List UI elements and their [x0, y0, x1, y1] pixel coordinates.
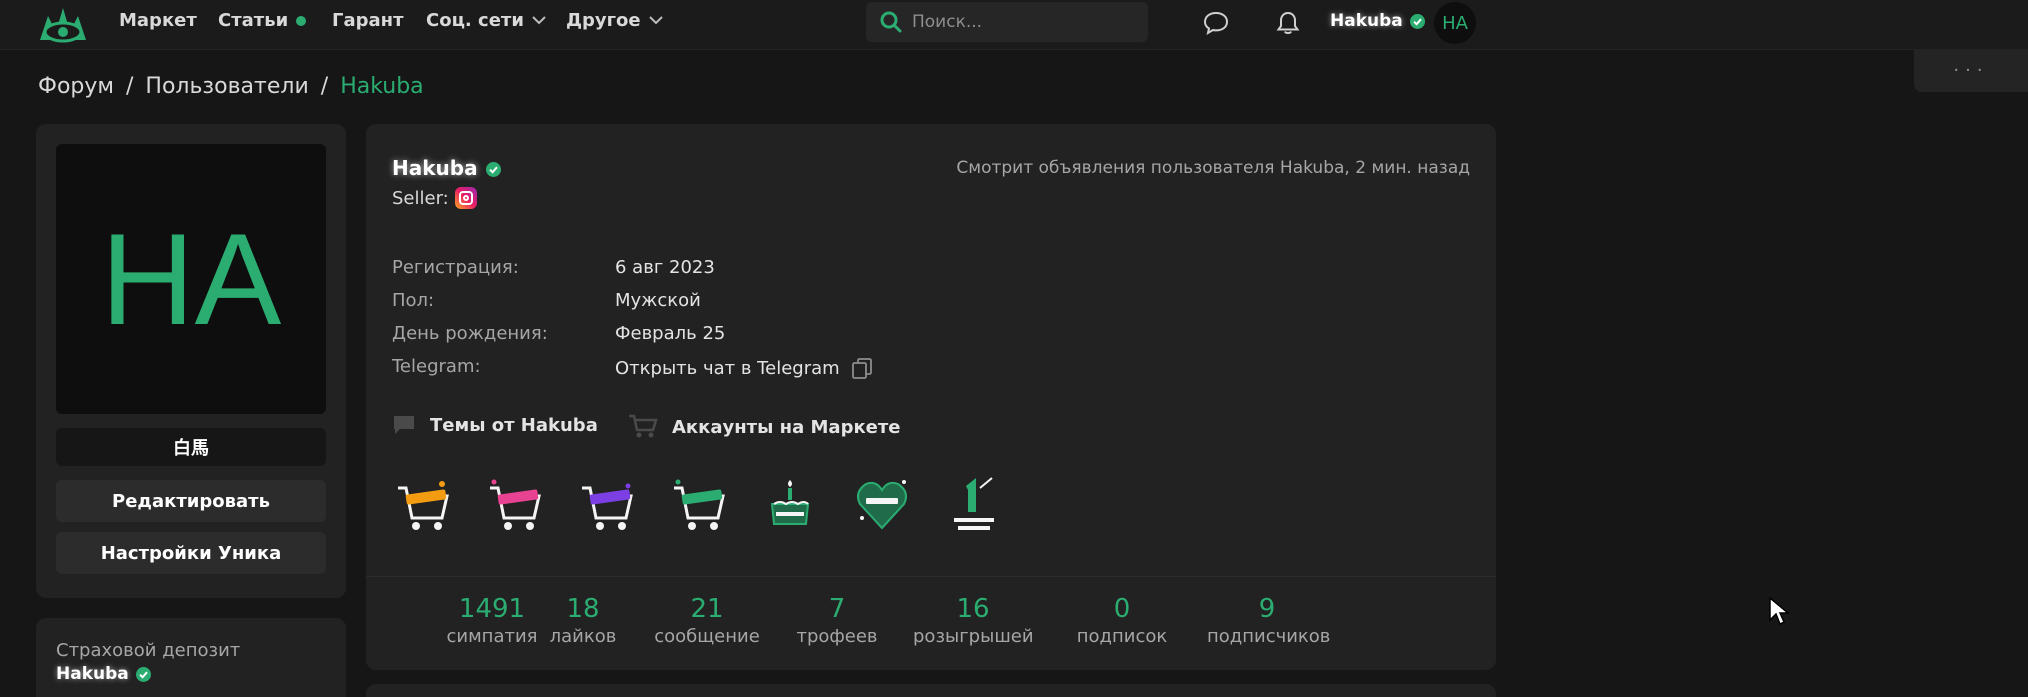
insurance-deposit-card: Страховой депозит Hakuba: [36, 618, 346, 697]
likes-1000-trophy-icon[interactable]: [852, 474, 912, 536]
verified-badge-icon: [485, 162, 501, 177]
birthday-trophy-icon[interactable]: [760, 474, 820, 536]
stat-giveaways[interactable]: 16 розыгрышей: [913, 594, 1034, 647]
instagram-icon[interactable]: [454, 187, 477, 209]
stat-messages[interactable]: 21 сообщение: [647, 594, 767, 647]
more-options-button[interactable]: ···: [1914, 50, 2028, 92]
info-value: 6 авг 2023: [615, 257, 715, 278]
info-label: Регистрация:: [392, 257, 519, 278]
verified-badge-icon: [1409, 13, 1425, 29]
chevron-down-icon: [648, 16, 663, 25]
telegram-value: Открыть чат в Telegram: [615, 356, 874, 380]
header-username-label: Hakuba: [1330, 11, 1403, 31]
shopping-cart-icon: [629, 414, 658, 438]
breadcrumb-users[interactable]: Пользователи: [145, 74, 308, 99]
stat-likes[interactable]: 18 лайков: [523, 594, 643, 647]
info-label: Пол:: [392, 290, 435, 311]
nav-articles-label: Статьи: [218, 10, 289, 31]
breadcrumb-separator: /: [320, 74, 329, 99]
stat-label: сообщение: [654, 626, 760, 647]
deposit-title: Страховой депозит: [56, 640, 241, 661]
new-indicator-dot: [296, 15, 307, 26]
nav-social-label: Соц. сети: [426, 10, 524, 31]
stat-label: трофеев: [796, 626, 878, 647]
bell-icon[interactable]: [1274, 9, 1302, 37]
cart-trophy-icon[interactable]: [576, 474, 636, 536]
user-alias: 白馬: [56, 428, 326, 466]
stat-label: подписчиков: [1207, 626, 1331, 647]
nav-articles[interactable]: Статьи: [218, 10, 307, 31]
user-topics-link[interactable]: Темы от Hakuba: [392, 414, 598, 436]
info-label: День рождения:: [392, 323, 548, 344]
market-accounts-label: Аккаунты на Маркете: [672, 416, 901, 438]
search-input[interactable]: [912, 10, 1132, 34]
cart-trophy-icon[interactable]: [392, 474, 452, 536]
info-label: Telegram:: [392, 356, 481, 377]
stat-value: 18: [566, 594, 600, 624]
nav-market[interactable]: Маркет: [119, 10, 197, 31]
info-value: Мужской: [615, 290, 701, 311]
nav-social[interactable]: Соц. сети: [426, 10, 546, 31]
seller-label: Seller:: [392, 187, 449, 209]
nav-guarantor[interactable]: Гарант: [332, 10, 404, 31]
search-icon: [880, 11, 902, 33]
profile-sidebar-card: HA 白馬 Редактировать Настройки Уника: [36, 124, 346, 598]
edit-button[interactable]: Редактировать: [56, 480, 326, 522]
mouse-cursor-icon: [1769, 596, 1790, 626]
unique-settings-button[interactable]: Настройки Уника: [56, 532, 326, 574]
stat-value: 21: [690, 594, 724, 624]
chevron-down-icon: [532, 16, 546, 25]
top-navigation-bar: Маркет Статьи Гарант Соц. сети Другое Ha…: [0, 0, 2028, 50]
stat-subscriptions[interactable]: 0 подписок: [1062, 594, 1182, 647]
telegram-chat-link[interactable]: Открыть чат в Telegram: [615, 358, 840, 379]
nav-other-label: Другое: [566, 10, 641, 31]
deposit-username-label: Hakuba: [56, 664, 129, 684]
copy-icon[interactable]: [850, 356, 874, 380]
stat-value: 9: [1258, 594, 1276, 624]
profile-name-label: Hakuba: [392, 156, 478, 180]
breadcrumb: Форум / Пользователи / Hakuba: [38, 74, 424, 99]
market-accounts-link[interactable]: Аккаунты на Маркете: [628, 414, 901, 440]
info-value: Февраль 25: [615, 323, 726, 344]
chat-bubble-icon[interactable]: [1202, 9, 1230, 37]
user-topics-label: Темы от Hakuba: [430, 414, 598, 436]
search-box[interactable]: [866, 2, 1148, 42]
profile-main-card: Hakuba Смотрит объявления пользователя H…: [366, 124, 1496, 670]
deposit-username[interactable]: Hakuba: [56, 664, 152, 684]
stat-label: розыгрышей: [913, 626, 1034, 647]
nav-other[interactable]: Другое: [566, 10, 663, 31]
stat-label: лайков: [549, 626, 617, 647]
comment-icon: [394, 416, 414, 434]
breadcrumb-current[interactable]: Hakuba: [340, 74, 423, 99]
stats-divider: [366, 576, 1496, 577]
seller-row: Seller:: [392, 187, 477, 209]
stat-value: 7: [828, 594, 846, 624]
logo-eye-icon[interactable]: [38, 2, 88, 44]
nav-market-label: Маркет: [119, 10, 197, 31]
cart-trophy-icon[interactable]: [668, 474, 728, 536]
profile-content-card: [366, 684, 1496, 697]
stat-label: подписок: [1076, 626, 1168, 647]
verified-badge-icon: [135, 666, 151, 682]
header-avatar[interactable]: HA: [1434, 2, 1476, 44]
stat-trophies[interactable]: 7 трофеев: [777, 594, 897, 647]
breadcrumb-forum[interactable]: Форум: [38, 74, 114, 99]
profile-activity-status: Смотрит объявления пользователя Hakuba, …: [956, 158, 1470, 178]
breadcrumb-separator: /: [125, 74, 134, 99]
stat-value: 0: [1113, 594, 1131, 624]
nav-guarantor-label: Гарант: [332, 10, 404, 31]
stat-value: 16: [956, 594, 990, 624]
header-username[interactable]: Hakuba: [1330, 11, 1426, 31]
profile-name: Hakuba: [392, 156, 502, 180]
one-year-trophy-icon[interactable]: [944, 474, 1004, 536]
cart-trophy-icon[interactable]: [484, 474, 544, 536]
profile-avatar[interactable]: HA: [56, 144, 326, 414]
stat-followers[interactable]: 9 подписчиков: [1207, 594, 1331, 647]
